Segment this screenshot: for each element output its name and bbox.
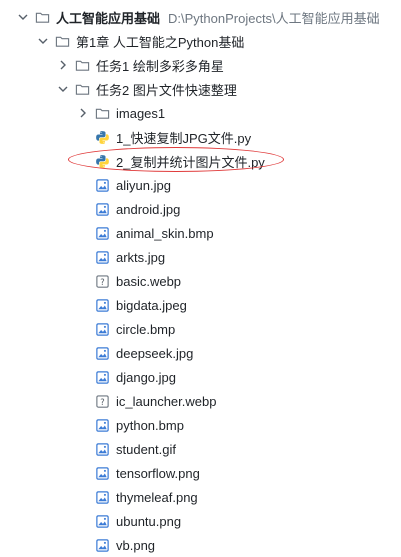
file-row[interactable]: bigdata.jpeg — [0, 293, 401, 317]
tree-row-images1[interactable]: images1 — [0, 101, 401, 125]
task1-folder-label: 任务1 绘制多彩多角星 — [96, 58, 224, 74]
image-file-icon — [94, 201, 110, 217]
chevron-down-icon[interactable] — [56, 82, 70, 96]
image-file-icon — [94, 369, 110, 385]
file-row[interactable]: student.gif — [0, 437, 401, 461]
file-label: ic_launcher.webp — [116, 393, 217, 409]
file-label: django.jpg — [116, 369, 176, 385]
project-tree: 人工智能应用基础 D:\PythonProjects\人工智能应用基础 第1章 … — [0, 0, 401, 557]
chevron-right-icon[interactable] — [56, 58, 70, 72]
chapter-folder-label: 第1章 人工智能之Python基础 — [76, 34, 245, 50]
svg-text:?: ? — [100, 397, 104, 407]
folder-icon — [74, 57, 90, 73]
file-row[interactable]: animal_skin.bmp — [0, 221, 401, 245]
folder-icon — [74, 81, 90, 97]
image-file-icon — [94, 345, 110, 361]
image-file-icon — [94, 297, 110, 313]
file-row[interactable]: ubuntu.png — [0, 509, 401, 533]
image-file-icon — [94, 441, 110, 457]
folder-icon — [54, 33, 70, 49]
image-file-icon — [94, 489, 110, 505]
file-label: vb.png — [116, 537, 156, 553]
images1-folder-label: images1 — [116, 105, 166, 121]
unknown-file-icon: ? — [94, 393, 110, 409]
file-row[interactable]: ? basic.webp — [0, 269, 401, 293]
file-row[interactable]: circle.bmp — [0, 317, 401, 341]
folder-icon — [94, 105, 110, 121]
unknown-file-icon: ? — [94, 273, 110, 289]
file-label: student.gif — [116, 441, 176, 457]
image-file-icon — [94, 225, 110, 241]
file-label: animal_skin.bmp — [116, 225, 214, 241]
file-label: ubuntu.png — [116, 513, 182, 529]
file-label: deepseek.jpg — [116, 345, 194, 361]
file-label: aliyun.jpg — [116, 177, 171, 193]
chevron-right-icon[interactable] — [76, 106, 90, 120]
file-row[interactable]: android.jpg — [0, 197, 401, 221]
tree-row-task1[interactable]: 任务1 绘制多彩多角星 — [0, 53, 401, 77]
file-label: basic.webp — [116, 273, 182, 289]
file-label: circle.bmp — [116, 321, 176, 337]
chevron-down-icon[interactable] — [16, 10, 30, 24]
file-row[interactable]: tensorflow.png — [0, 461, 401, 485]
file-label: 2_复制并统计图片文件.py — [116, 154, 265, 170]
folder-icon — [34, 9, 50, 25]
python-file-icon — [94, 153, 110, 169]
file-row[interactable]: python.bmp — [0, 413, 401, 437]
task2-folder-label: 任务2 图片文件快速整理 — [96, 82, 237, 98]
file-label: tensorflow.png — [116, 465, 200, 481]
file-row[interactable]: django.jpg — [0, 365, 401, 389]
file-label: thymeleaf.png — [116, 489, 198, 505]
root-folder-label: 人工智能应用基础 — [56, 10, 161, 26]
file-label: android.jpg — [116, 201, 181, 217]
image-file-icon — [94, 465, 110, 481]
file-row[interactable]: 2_复制并统计图片文件.py — [0, 149, 401, 173]
file-label: python.bmp — [116, 417, 184, 433]
tree-row-root[interactable]: 人工智能应用基础 D:\PythonProjects\人工智能应用基础 — [0, 5, 401, 29]
file-label: arkts.jpg — [116, 249, 166, 265]
file-row[interactable]: 1_快速复制JPG文件.py — [0, 125, 401, 149]
python-file-icon — [94, 129, 110, 145]
chevron-down-icon[interactable] — [36, 34, 50, 48]
file-row[interactable]: ? ic_launcher.webp — [0, 389, 401, 413]
file-row[interactable]: aliyun.jpg — [0, 173, 401, 197]
svg-text:?: ? — [100, 277, 104, 287]
image-file-icon — [94, 537, 110, 553]
image-file-icon — [94, 321, 110, 337]
image-file-icon — [94, 249, 110, 265]
image-file-icon — [94, 513, 110, 529]
image-file-icon — [94, 177, 110, 193]
file-row[interactable]: thymeleaf.png — [0, 485, 401, 509]
file-label: bigdata.jpeg — [116, 297, 187, 313]
tree-row-chapter[interactable]: 第1章 人工智能之Python基础 — [0, 29, 401, 53]
tree-row-task2[interactable]: 任务2 图片文件快速整理 — [0, 77, 401, 101]
root-folder-path: D:\PythonProjects\人工智能应用基础 — [168, 10, 380, 26]
file-row[interactable]: arkts.jpg — [0, 245, 401, 269]
file-row[interactable]: deepseek.jpg — [0, 341, 401, 365]
image-file-icon — [94, 417, 110, 433]
file-row[interactable]: vb.png — [0, 533, 401, 557]
file-label: 1_快速复制JPG文件.py — [116, 130, 252, 146]
